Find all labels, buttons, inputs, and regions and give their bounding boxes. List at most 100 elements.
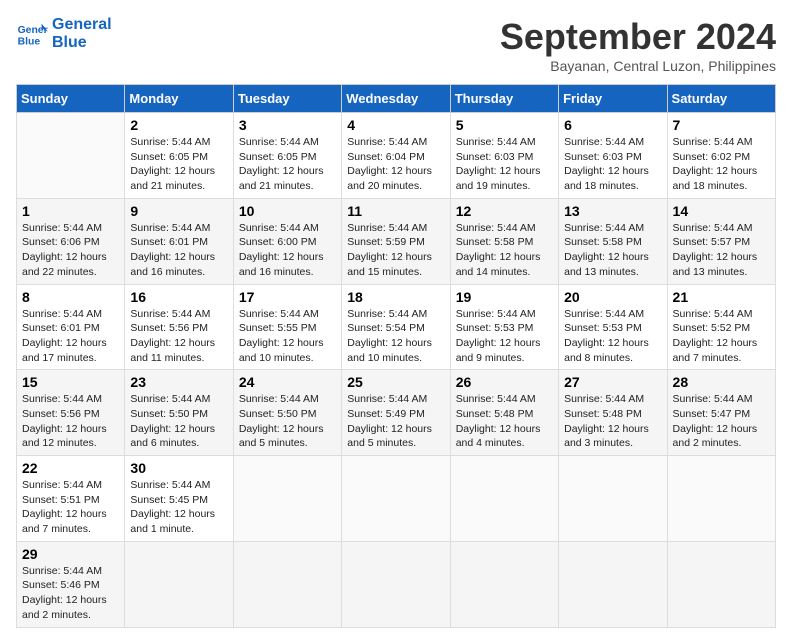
- table-row: 2Sunrise: 5:44 AMSunset: 6:05 PMDaylight…: [17, 113, 776, 199]
- location-subtitle: Bayanan, Central Luzon, Philippines: [500, 58, 776, 74]
- day-detail: Sunrise: 5:44 AMSunset: 6:03 PMDaylight:…: [564, 136, 649, 192]
- table-cell: 3 Sunrise: 5:44 AMSunset: 6:05 PMDaylight…: [233, 113, 341, 199]
- day-detail: Sunrise: 5:44 AMSunset: 5:52 PMDaylight:…: [673, 308, 758, 364]
- month-title: September 2024: [500, 16, 776, 58]
- day-detail: Sunrise: 5:44 AMSunset: 5:59 PMDaylight:…: [347, 222, 432, 278]
- day-number: 23: [130, 374, 227, 390]
- day-number: 5: [456, 117, 553, 133]
- header: General Blue General Blue September 2024…: [16, 16, 776, 74]
- day-number: 10: [239, 203, 336, 219]
- day-detail: Sunrise: 5:44 AMSunset: 5:58 PMDaylight:…: [564, 222, 649, 278]
- table-cell: [667, 456, 775, 542]
- calendar-table: Sunday Monday Tuesday Wednesday Thursday…: [16, 84, 776, 628]
- day-detail: Sunrise: 5:44 AMSunset: 6:01 PMDaylight:…: [130, 222, 215, 278]
- table-cell: 13Sunrise: 5:44 AMSunset: 5:58 PMDayligh…: [559, 198, 667, 284]
- day-number: 17: [239, 289, 336, 305]
- table-cell: [667, 541, 775, 627]
- table-cell: [450, 541, 558, 627]
- logo-line1: General: [52, 16, 112, 34]
- day-detail: Sunrise: 5:44 AMSunset: 5:48 PMDaylight:…: [564, 393, 649, 449]
- day-detail: Sunrise: 5:44 AMSunset: 5:50 PMDaylight:…: [239, 393, 324, 449]
- day-detail: Sunrise: 5:44 AMSunset: 5:58 PMDaylight:…: [456, 222, 541, 278]
- table-cell: 22Sunrise: 5:44 AMSunset: 5:51 PMDayligh…: [17, 456, 125, 542]
- table-cell: 30 Sunrise: 5:44 AMSunset: 5:45 PMDayligh…: [125, 456, 233, 542]
- day-detail: Sunrise: 5:44 AMSunset: 5:55 PMDaylight:…: [239, 308, 324, 364]
- table-cell: 26 Sunrise: 5:44 AMSunset: 5:48 PMDayligh…: [450, 370, 558, 456]
- day-detail: Sunrise: 5:44 AMSunset: 5:53 PMDaylight:…: [564, 308, 649, 364]
- table-cell: 25 Sunrise: 5:44 AMSunset: 5:49 PMDayligh…: [342, 370, 450, 456]
- title-section: September 2024 Bayanan, Central Luzon, P…: [500, 16, 776, 74]
- table-cell: [125, 541, 233, 627]
- day-detail: Sunrise: 5:44 AMSunset: 6:05 PMDaylight:…: [239, 136, 324, 192]
- col-wednesday: Wednesday: [342, 85, 450, 113]
- day-number: 8: [22, 289, 119, 305]
- table-cell: 4Sunrise: 5:44 AMSunset: 6:04 PMDaylight…: [342, 113, 450, 199]
- day-detail: Sunrise: 5:44 AMSunset: 6:02 PMDaylight:…: [673, 136, 758, 192]
- table-cell: 16 Sunrise: 5:44 AMSunset: 5:56 PMDayligh…: [125, 284, 233, 370]
- table-cell: 5 Sunrise: 5:44 AMSunset: 6:03 PMDaylight…: [450, 113, 558, 199]
- day-number: 25: [347, 374, 444, 390]
- day-number: 3: [239, 117, 336, 133]
- day-number: 11: [347, 203, 444, 219]
- table-cell: [342, 541, 450, 627]
- table-row: 29Sunrise: 5:44 AMSunset: 5:46 PMDayligh…: [17, 541, 776, 627]
- table-cell: 2Sunrise: 5:44 AMSunset: 6:05 PMDaylight…: [125, 113, 233, 199]
- day-detail: Sunrise: 5:44 AMSunset: 6:05 PMDaylight:…: [130, 136, 215, 192]
- table-cell: [450, 456, 558, 542]
- table-row: 22Sunrise: 5:44 AMSunset: 5:51 PMDayligh…: [17, 456, 776, 542]
- table-cell: 20Sunrise: 5:44 AMSunset: 5:53 PMDayligh…: [559, 284, 667, 370]
- col-thursday: Thursday: [450, 85, 558, 113]
- day-detail: Sunrise: 5:44 AMSunset: 5:54 PMDaylight:…: [347, 308, 432, 364]
- calendar-header: Sunday Monday Tuesday Wednesday Thursday…: [17, 85, 776, 113]
- table-row: 1Sunrise: 5:44 AMSunset: 6:06 PMDaylight…: [17, 198, 776, 284]
- table-row: 15Sunrise: 5:44 AMSunset: 5:56 PMDayligh…: [17, 370, 776, 456]
- table-cell: [559, 456, 667, 542]
- day-number: 14: [673, 203, 770, 219]
- table-cell: 9Sunrise: 5:44 AMSunset: 6:01 PMDaylight…: [125, 198, 233, 284]
- table-cell: [342, 456, 450, 542]
- day-detail: Sunrise: 5:44 AMSunset: 5:46 PMDaylight:…: [22, 565, 107, 621]
- table-cell: 27 Sunrise: 5:44 AMSunset: 5:48 PMDayligh…: [559, 370, 667, 456]
- day-number: 18: [347, 289, 444, 305]
- table-cell: [559, 541, 667, 627]
- day-detail: Sunrise: 5:44 AMSunset: 5:57 PMDaylight:…: [673, 222, 758, 278]
- logo-line2: Blue: [52, 34, 112, 52]
- day-detail: Sunrise: 5:44 AMSunset: 6:03 PMDaylight:…: [456, 136, 541, 192]
- day-detail: Sunrise: 5:44 AMSunset: 5:53 PMDaylight:…: [456, 308, 541, 364]
- day-detail: Sunrise: 5:44 AMSunset: 5:48 PMDaylight:…: [456, 393, 541, 449]
- table-row: 8Sunrise: 5:44 AMSunset: 6:01 PMDaylight…: [17, 284, 776, 370]
- day-detail: Sunrise: 5:44 AMSunset: 5:56 PMDaylight:…: [130, 308, 215, 364]
- header-row: Sunday Monday Tuesday Wednesday Thursday…: [17, 85, 776, 113]
- col-saturday: Saturday: [667, 85, 775, 113]
- table-cell: 12 Sunrise: 5:44 AMSunset: 5:58 PMDayligh…: [450, 198, 558, 284]
- day-number: 12: [456, 203, 553, 219]
- table-cell: 14 Sunrise: 5:44 AMSunset: 5:57 PMDayligh…: [667, 198, 775, 284]
- day-number: 7: [673, 117, 770, 133]
- table-cell: 7 Sunrise: 5:44 AMSunset: 6:02 PMDaylight…: [667, 113, 775, 199]
- table-cell: 18 Sunrise: 5:44 AMSunset: 5:54 PMDayligh…: [342, 284, 450, 370]
- logo-icon: General Blue: [16, 20, 48, 48]
- day-number: 6: [564, 117, 661, 133]
- day-number: 28: [673, 374, 770, 390]
- table-cell: 11 Sunrise: 5:44 AMSunset: 5:59 PMDayligh…: [342, 198, 450, 284]
- day-detail: Sunrise: 5:44 AMSunset: 5:45 PMDaylight:…: [130, 479, 215, 535]
- day-detail: Sunrise: 5:44 AMSunset: 6:04 PMDaylight:…: [347, 136, 432, 192]
- col-monday: Monday: [125, 85, 233, 113]
- table-cell: 28 Sunrise: 5:44 AMSunset: 5:47 PMDayligh…: [667, 370, 775, 456]
- table-cell: [233, 541, 341, 627]
- svg-text:Blue: Blue: [18, 36, 41, 47]
- day-number: 30: [130, 460, 227, 476]
- day-number: 26: [456, 374, 553, 390]
- day-number: 16: [130, 289, 227, 305]
- table-cell: 6 Sunrise: 5:44 AMSunset: 6:03 PMDaylight…: [559, 113, 667, 199]
- table-cell: 8Sunrise: 5:44 AMSunset: 6:01 PMDaylight…: [17, 284, 125, 370]
- day-detail: Sunrise: 5:44 AMSunset: 5:47 PMDaylight:…: [673, 393, 758, 449]
- day-number: 15: [22, 374, 119, 390]
- table-cell: 10Sunrise: 5:44 AMSunset: 6:00 PMDayligh…: [233, 198, 341, 284]
- day-detail: Sunrise: 5:44 AMSunset: 5:49 PMDaylight:…: [347, 393, 432, 449]
- col-tuesday: Tuesday: [233, 85, 341, 113]
- day-number: 24: [239, 374, 336, 390]
- table-cell: 1Sunrise: 5:44 AMSunset: 6:06 PMDaylight…: [17, 198, 125, 284]
- day-number: 27: [564, 374, 661, 390]
- table-cell: 24 Sunrise: 5:44 AMSunset: 5:50 PMDayligh…: [233, 370, 341, 456]
